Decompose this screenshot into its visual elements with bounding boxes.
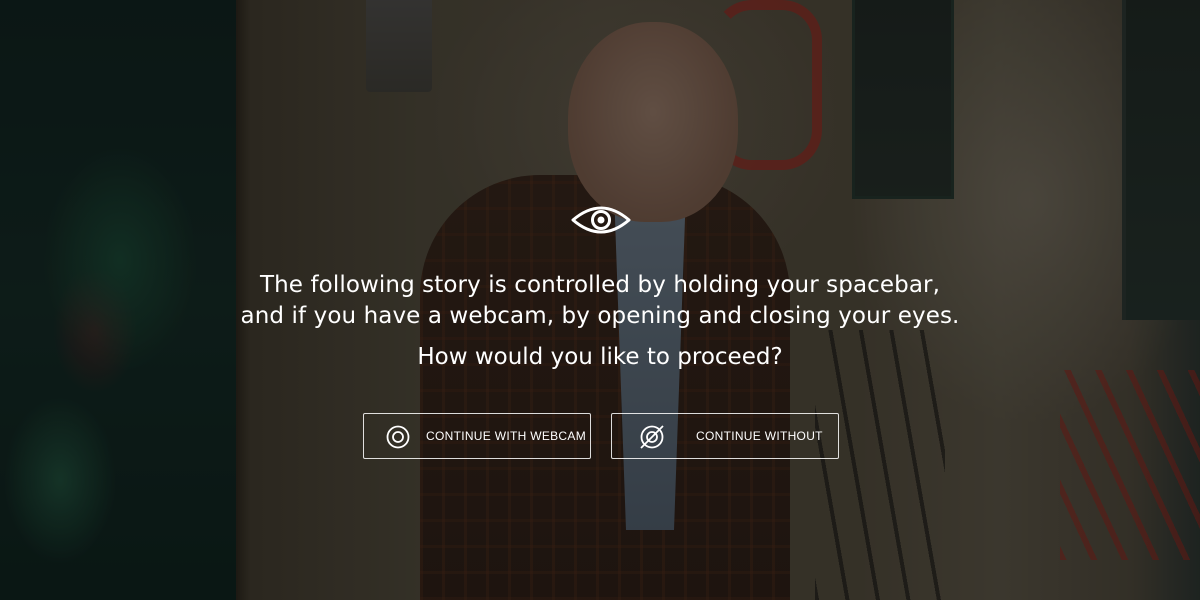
intro-text: The following story is controlled by hol… xyxy=(150,270,1050,332)
continue-without-label: CONTINUE WITHOUT xyxy=(696,429,823,443)
intro-line-1: The following story is controlled by hol… xyxy=(259,272,940,298)
webcam-ring-icon xyxy=(386,425,410,449)
proceed-question: How would you like to proceed? xyxy=(417,344,783,370)
eye-icon xyxy=(571,206,631,234)
intro-line-2: and if you have a webcam, by opening and… xyxy=(240,303,960,329)
intro-screen: The following story is controlled by hol… xyxy=(0,0,1200,600)
webcam-off-icon xyxy=(640,425,664,449)
continue-without-button[interactable]: CONTINUE WITHOUT xyxy=(611,413,839,459)
continue-with-webcam-button[interactable]: CONTINUE WITH WEBCAM xyxy=(363,413,591,459)
continue-with-webcam-label: CONTINUE WITH WEBCAM xyxy=(426,429,586,443)
intro-content: The following story is controlled by hol… xyxy=(0,0,1200,600)
